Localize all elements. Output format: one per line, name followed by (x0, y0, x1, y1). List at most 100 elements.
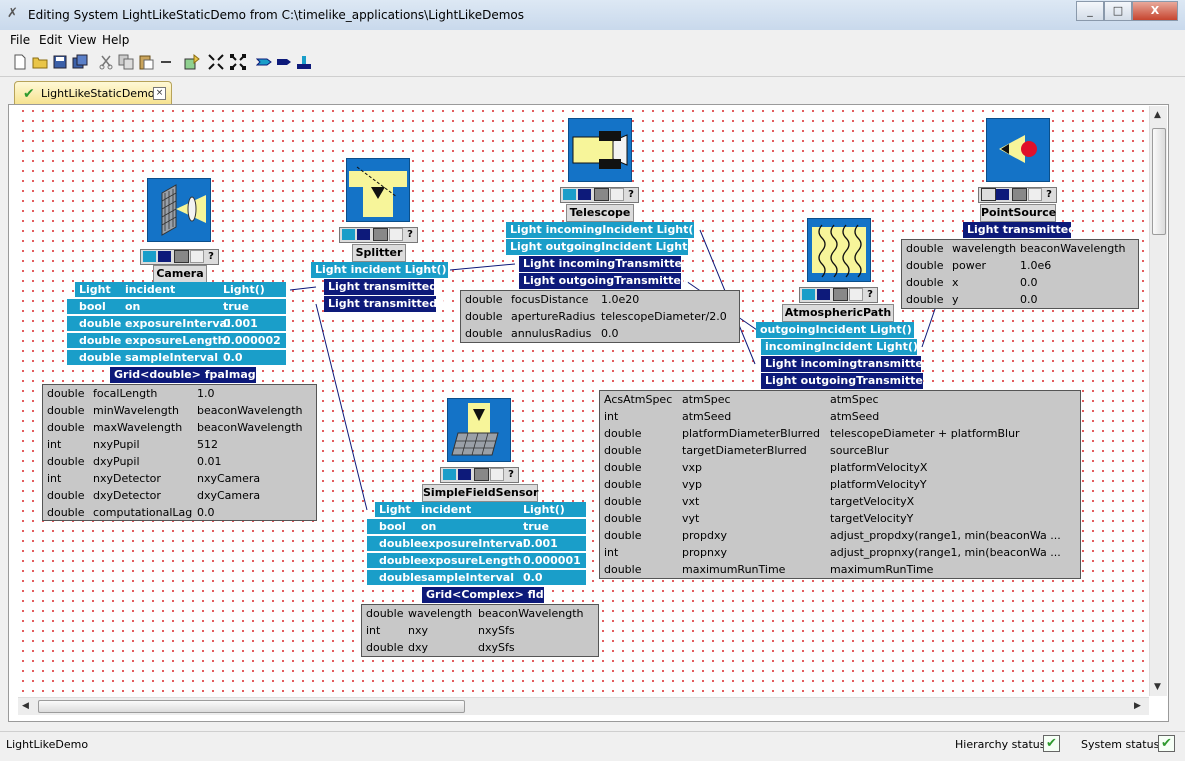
copy-icon[interactable] (118, 54, 134, 70)
telescope-output-incomingtransmitted[interactable]: Light incomingTransmitted (519, 256, 690, 272)
splitter-block-name[interactable]: Splitter (352, 244, 406, 262)
atmosphericpath-blank-toggle[interactable] (849, 288, 863, 301)
input-port-icon[interactable] (256, 54, 272, 70)
horizontal-scrollbar[interactable]: ◀ ▶ (18, 697, 1149, 715)
splitter-output-transmitted2[interactable]: Light transmitted2 (324, 296, 445, 312)
paste-icon[interactable] (138, 54, 154, 70)
collapse-icon[interactable] (208, 54, 224, 70)
splitter-output-transmitted[interactable]: Light transmitted (324, 279, 437, 295)
splitter-input-incident[interactable]: Light incident Light() (311, 262, 448, 278)
parameter-row[interactable]: double y 0.0 (902, 291, 1138, 308)
atmosphericpath-output-toggle[interactable] (817, 289, 830, 300)
sensor-input-row[interactable]: double exposureLength 0.000001 (367, 553, 586, 569)
telescope-controls[interactable]: ? (560, 187, 639, 203)
menu-file[interactable]: File (10, 33, 30, 47)
parameter-row[interactable]: double targetDiameterBlurred sourceBlur (600, 442, 1080, 459)
output-port-icon[interactable] (276, 54, 292, 70)
splitter-input-toggle[interactable] (342, 229, 355, 240)
atmosphericpath-output-incomingtransmitted[interactable]: Light incomingtransmitted (761, 356, 931, 372)
pointsource-controls[interactable]: ? (978, 187, 1057, 203)
camera-block-icon[interactable] (147, 178, 211, 242)
camera-input-row[interactable]: bool on true (67, 299, 286, 315)
parameter-row[interactable]: double focusDistance 1.0e20 (461, 291, 739, 308)
telescope-input-outgoingincident[interactable]: Light outgoingIncident Light() (506, 239, 697, 255)
tab-close-icon[interactable]: × (153, 87, 166, 100)
parameter-row[interactable]: int atmSeed atmSeed (600, 408, 1080, 425)
sensor-input-row[interactable]: bool on true (367, 519, 586, 535)
atmosphericpath-output-outgoingtransmitted[interactable]: Light outgoingTransmitted (761, 373, 931, 389)
splitter-blank-toggle[interactable] (389, 228, 403, 241)
cut-icon[interactable] (98, 54, 114, 70)
parameter-row[interactable]: double vxp platformVelocityX (600, 459, 1080, 476)
parameter-row[interactable]: double maximumRunTime maximumRunTime (600, 561, 1080, 578)
sensor-params-toggle[interactable] (474, 468, 489, 481)
camera-input-row[interactable]: double exposureLength 0.000002 (67, 333, 286, 349)
atmosphericpath-block-icon[interactable] (807, 218, 871, 282)
sensor-blank-toggle[interactable] (490, 468, 504, 481)
parameter-row[interactable]: double vyt targetVelocityY (600, 510, 1080, 527)
camera-block-name[interactable]: Camera (153, 265, 207, 283)
parameter-row[interactable]: double wavelength beaconWavelength (362, 605, 598, 622)
maximize-button[interactable]: □ (1104, 1, 1132, 21)
camera-help-icon[interactable]: ? (205, 250, 217, 262)
telescope-input-toggle[interactable] (563, 189, 576, 200)
parameter-row[interactable]: double apertureRadius telescopeDiameter/2.… (461, 308, 739, 325)
pointsource-params-toggle[interactable] (1012, 188, 1027, 201)
pointsource-help-icon[interactable]: ? (1043, 188, 1055, 200)
telescope-block-icon[interactable] (568, 118, 632, 182)
atmosphericpath-input-toggle[interactable] (802, 289, 815, 300)
parameter-row[interactable]: int nxyPupil 512 (43, 436, 316, 453)
parameter-row[interactable]: double propdxy adjust_propdxy(range1, min(… (600, 527, 1080, 544)
atmosphericpath-input-incomingincident[interactable]: incomingIncident Light() (761, 339, 918, 355)
telescope-output-toggle[interactable] (578, 189, 591, 200)
menu-view[interactable]: View (68, 33, 96, 47)
atmosphericpath-controls[interactable]: ? (799, 287, 878, 303)
parameter-row[interactable]: double dxy dxySfs (362, 639, 598, 656)
pointsource-output-transmitted[interactable]: Light transmitted (963, 222, 1076, 238)
telescope-help-icon[interactable]: ? (625, 188, 637, 200)
atmosphericpath-params-toggle[interactable] (833, 288, 848, 301)
menu-edit[interactable]: Edit (39, 33, 62, 47)
splitter-output-toggle[interactable] (357, 229, 370, 240)
camera-input-row[interactable]: double sampleInterval 0.0 (67, 350, 286, 366)
scroll-left-icon[interactable]: ◀ (22, 701, 29, 711)
menu-help[interactable]: Help (102, 33, 129, 47)
telescope-blank-toggle[interactable] (610, 188, 624, 201)
system-canvas[interactable]: ? Camera Light incident Light() bool on true… (18, 106, 1149, 696)
close-button[interactable]: X (1132, 1, 1178, 21)
splitter-controls[interactable]: ? (339, 227, 418, 243)
save-all-icon[interactable] (72, 54, 88, 70)
parameter-row[interactable]: double dxyPupil 0.01 (43, 453, 316, 470)
atmosphericpath-input-outgoingincident[interactable]: outgoingIncident Light() (756, 322, 914, 338)
sensor-input-row[interactable]: double exposureInterval 0.001 (367, 536, 586, 552)
sensor-input-row[interactable]: Light incident Light() (375, 502, 586, 518)
pointsource-blank-toggle[interactable] (1028, 188, 1042, 201)
parameter-row[interactable]: double power 1.0e6 (902, 257, 1138, 274)
sensor-input-row[interactable]: double sampleInterval 0.0 (367, 570, 586, 586)
camera-controls[interactable]: ? (140, 249, 219, 265)
pointsource-output-toggle[interactable] (996, 189, 1009, 200)
sensor-input-toggle[interactable] (443, 469, 456, 480)
vertical-scroll-thumb[interactable] (1152, 128, 1166, 235)
sensor-output-toggle[interactable] (458, 469, 471, 480)
pointsource-input-toggle[interactable] (981, 188, 996, 201)
splitter-help-icon[interactable]: ? (404, 228, 416, 240)
expand-icon[interactable] (230, 54, 246, 70)
parameter-row[interactable]: double minWavelength beaconWavelength (43, 402, 316, 419)
parameter-row[interactable]: double vyp platformVelocityY (600, 476, 1080, 493)
scroll-up-icon[interactable]: ▲ (1154, 110, 1161, 120)
parameter-row[interactable]: int propnxy adjust_propnxy(range1, min(bea… (600, 544, 1080, 561)
splitter-params-toggle[interactable] (373, 228, 388, 241)
new-file-icon[interactable] (12, 54, 28, 70)
horizontal-scroll-thumb[interactable] (38, 700, 465, 713)
tab-lightlikestaticdemo[interactable]: ✔ LightLikeStaticDemo * × (14, 81, 172, 106)
parameter-row[interactable]: double vxt targetVelocityX (600, 493, 1080, 510)
parameter-row[interactable]: int nxy nxySfs (362, 622, 598, 639)
scroll-right-icon[interactable]: ▶ (1134, 701, 1141, 711)
camera-blank-toggle[interactable] (190, 250, 204, 263)
sensor-output-fld[interactable]: Grid<Complex> fld (422, 587, 544, 603)
camera-output-fpaimage[interactable]: Grid<double> fpaImage (110, 367, 263, 383)
parameter-row[interactable]: double platformDiameterBlurred telescopeDi… (600, 425, 1080, 442)
camera-input-toggle[interactable] (143, 251, 156, 262)
delete-icon[interactable] (158, 54, 174, 70)
